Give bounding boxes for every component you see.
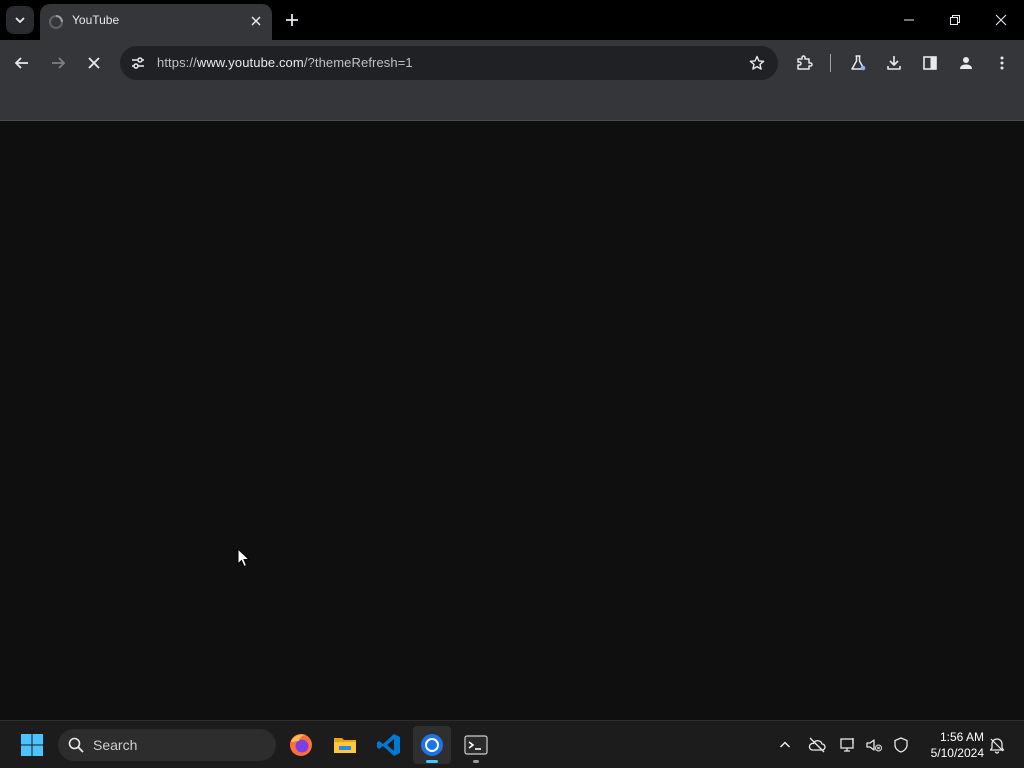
- start-button[interactable]: [14, 729, 50, 761]
- show-hidden-icons-button[interactable]: [775, 735, 795, 755]
- browser-tab-strip: YouTube: [0, 0, 1024, 40]
- url-scheme: https://: [157, 55, 197, 70]
- taskbar-search[interactable]: Search: [58, 729, 276, 761]
- tab-youtube[interactable]: YouTube: [40, 4, 272, 40]
- close-icon: [88, 57, 100, 69]
- cloud-off-icon: [808, 737, 826, 753]
- taskbar-app-vscode[interactable]: [370, 726, 408, 764]
- profile-button[interactable]: [952, 49, 980, 77]
- arrow-right-icon: [52, 57, 66, 69]
- labs-button[interactable]: [844, 49, 872, 77]
- close-icon: [995, 14, 1007, 26]
- tab-search-button[interactable]: [6, 6, 34, 34]
- more-vertical-icon: [1000, 56, 1004, 70]
- downloads-button[interactable]: [880, 49, 908, 77]
- page-content[interactable]: [0, 121, 1024, 720]
- mouse-cursor-icon: [237, 548, 251, 568]
- vscode-icon: [377, 734, 400, 756]
- address-url: https://www.youtube.com/?themeRefresh=1: [157, 55, 413, 70]
- chrome-icon: [421, 734, 443, 756]
- bookmarks-bar: [0, 86, 1024, 121]
- forward-button[interactable]: [44, 49, 72, 77]
- toolbar-separator: [830, 54, 831, 72]
- shield-icon: [894, 737, 908, 753]
- star-icon: [749, 55, 765, 70]
- extensions-button[interactable]: [790, 49, 818, 77]
- tab-close-button[interactable]: [248, 13, 264, 29]
- notifications-button[interactable]: [987, 735, 1007, 755]
- arrow-left-icon: [14, 57, 28, 69]
- search-label: Search: [93, 737, 138, 753]
- close-icon: [251, 16, 261, 26]
- volume-muted-icon: [866, 739, 882, 752]
- minimize-icon: [904, 19, 914, 21]
- folder-icon: [334, 738, 356, 753]
- tab-title: YouTube: [72, 13, 120, 27]
- bookmark-star-button[interactable]: [746, 52, 768, 74]
- clock-date: 5/10/2024: [930, 746, 984, 760]
- desktop-screen: YouTube https://www.youtube.com/?themeRe…: [0, 0, 1024, 768]
- minimize-button[interactable]: [886, 0, 932, 40]
- restore-icon: [950, 15, 960, 25]
- taskbar-app-chrome[interactable]: [413, 726, 451, 764]
- stop-loading-button[interactable]: [80, 49, 108, 77]
- search-icon: [68, 737, 84, 753]
- running-app-indicator: [473, 760, 479, 763]
- chevron-up-icon: [779, 741, 791, 748]
- side-panel-button[interactable]: [916, 49, 944, 77]
- flask-icon: [851, 55, 866, 71]
- new-tab-button[interactable]: [281, 9, 303, 31]
- browser-toolbar: https://www.youtube.com/?themeRefresh=1: [0, 40, 1024, 86]
- windows-logo-icon: [21, 734, 43, 756]
- back-button[interactable]: [8, 49, 36, 77]
- restore-button[interactable]: [932, 0, 978, 40]
- person-icon: [960, 57, 972, 69]
- side-panel-icon: [923, 56, 937, 70]
- network-tray-icon[interactable]: [838, 735, 858, 755]
- tune-icon: [132, 57, 144, 69]
- terminal-icon: [464, 735, 488, 755]
- address-bar[interactable]: https://www.youtube.com/?themeRefresh=1: [120, 46, 778, 80]
- taskbar-app-terminal[interactable]: [457, 726, 495, 764]
- security-tray-icon[interactable]: [891, 735, 911, 755]
- close-window-button[interactable]: [978, 0, 1024, 40]
- puzzle-icon: [797, 55, 813, 70]
- url-path: /?themeRefresh=1: [303, 55, 413, 70]
- windows-taskbar: Search 1:56 AM 5/10/2024: [0, 720, 1024, 768]
- system-clock[interactable]: 1:56 AM 5/10/2024: [918, 729, 984, 761]
- active-app-indicator: [426, 760, 438, 763]
- clock-time: 1:56 AM: [939, 730, 984, 744]
- plus-icon: [286, 14, 298, 26]
- taskbar-app-file-explorer[interactable]: [326, 726, 364, 764]
- url-host: www.youtube.com: [196, 55, 304, 70]
- chevron-down-icon: [15, 17, 25, 24]
- loading-icon: [49, 15, 63, 29]
- download-icon: [887, 56, 901, 70]
- volume-tray-icon[interactable]: [864, 735, 884, 755]
- bell-icon: [989, 738, 1005, 754]
- onedrive-tray-icon[interactable]: [807, 735, 827, 755]
- site-info-button[interactable]: [126, 51, 150, 75]
- chrome-menu-button[interactable]: [988, 49, 1016, 77]
- network-icon: [840, 738, 854, 752]
- taskbar-app-firefox[interactable]: [282, 726, 320, 764]
- firefox-icon: [290, 734, 312, 756]
